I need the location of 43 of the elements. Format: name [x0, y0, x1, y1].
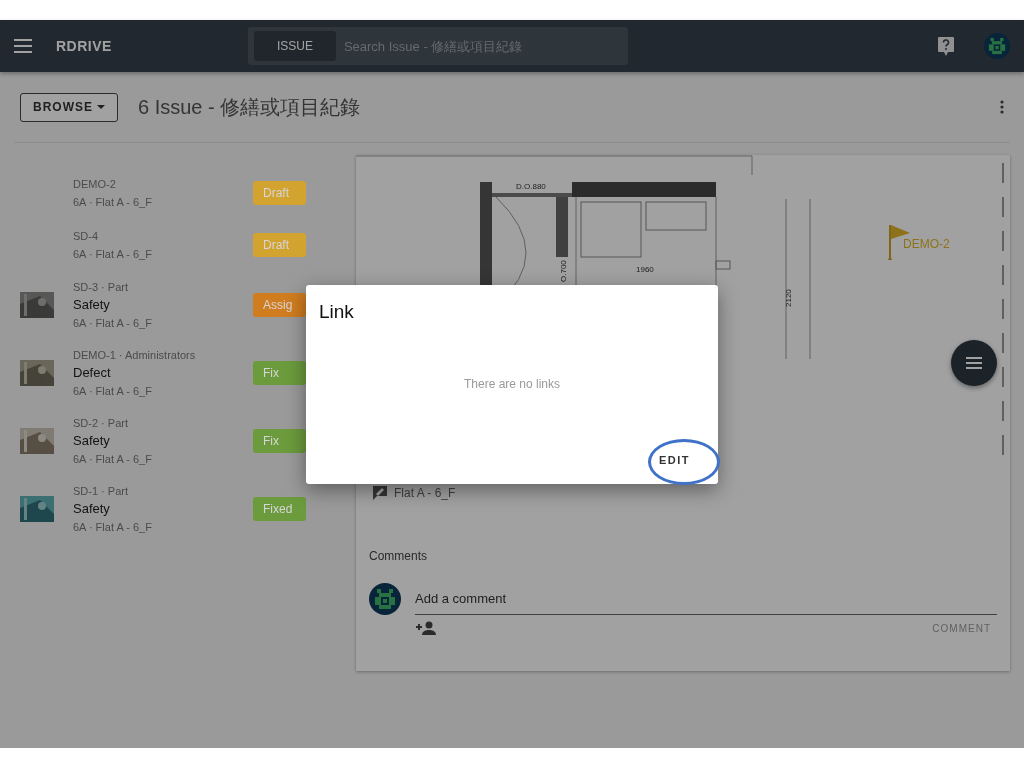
menu-icon: [966, 357, 982, 369]
page-title: 6 Issue - 修繕或項目紀錄: [138, 94, 361, 120]
issue-location: 6A · Flat A - 6_F: [73, 520, 153, 535]
avatar-icon[interactable]: [369, 583, 401, 615]
help-icon[interactable]: [938, 36, 954, 56]
issue-reference: SD-4: [73, 229, 100, 244]
status-badge: Fixed: [253, 497, 306, 521]
issue-reference: SD-1 · Part: [73, 484, 129, 499]
issue-location: 6A · Flat A - 6_F: [73, 195, 153, 210]
add-person-icon[interactable]: [416, 621, 436, 635]
issue-reference: DEMO-2: [73, 177, 117, 192]
menu-icon[interactable]: [14, 39, 32, 53]
issue-location: 6A · Flat A - 6_F: [73, 316, 153, 331]
status-badge: Fix: [253, 429, 306, 453]
issue-location: 6A · Flat A - 6_F: [73, 452, 153, 467]
dialog-title: Link: [319, 301, 355, 323]
scope-button[interactable]: ISSUE: [253, 31, 336, 61]
status-badge: Draft: [253, 181, 306, 205]
issue-reference: DEMO-1 · Administrators: [73, 348, 197, 363]
highlight-ring: [648, 439, 720, 485]
status-badge: Assig: [253, 293, 306, 317]
empty-message: There are no links: [462, 377, 561, 391]
status-badge: Fix: [253, 361, 306, 385]
signature-icon: [372, 485, 388, 501]
comments-heading: Comments: [369, 549, 428, 563]
location-text: Flat A - 6_F: [394, 486, 456, 500]
issue-location: 6A · Flat A - 6_F: [73, 384, 153, 399]
app-logo[interactable]: RDRIVE: [56, 38, 112, 54]
issue-category[interactable]: Safety: [73, 500, 253, 518]
menu-fab[interactable]: [951, 340, 997, 386]
browse-button[interactable]: BROWSE: [20, 92, 118, 122]
issue-category[interactable]: Safety: [73, 432, 253, 450]
issue-reference: SD-2 · Part: [73, 416, 129, 431]
more-icon[interactable]: [1000, 100, 1004, 114]
issue-category[interactable]: Defect: [73, 364, 253, 382]
status-badge: Draft: [253, 233, 306, 257]
avatar-icon[interactable]: [984, 33, 1010, 59]
comment-field[interactable]: Add a comment: [415, 583, 997, 615]
issue-location: 6A · Flat A - 6_F: [73, 247, 153, 262]
edit-button[interactable]: EDIT: [650, 448, 698, 472]
caret-icon: [97, 105, 105, 109]
issue-category[interactable]: Safety: [73, 296, 253, 314]
issue-reference: SD-3 · Part: [73, 280, 129, 295]
